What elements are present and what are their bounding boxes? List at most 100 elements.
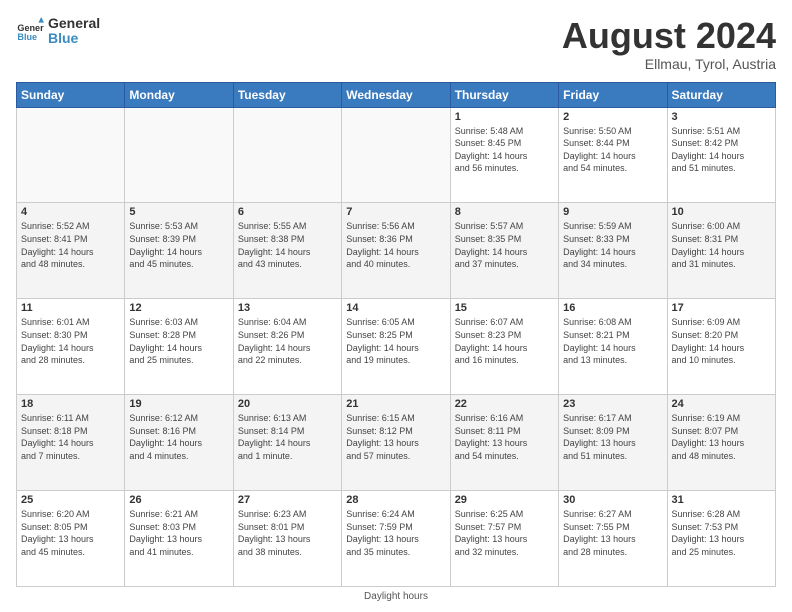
day-number: 24 (672, 398, 771, 410)
day-info: Sunrise: 6:03 AM Sunset: 8:28 PM Dayligh… (129, 316, 228, 366)
table-row (233, 107, 341, 203)
table-row: 4 Sunrise: 5:52 AM Sunset: 8:41 PM Daylig… (17, 203, 125, 299)
day-info: Sunrise: 6:07 AM Sunset: 8:23 PM Dayligh… (455, 316, 554, 366)
day-number: 27 (238, 494, 337, 506)
calendar-week-row: 25 Sunrise: 6:20 AM Sunset: 8:05 PM Dayli… (17, 491, 776, 587)
day-number: 17 (672, 302, 771, 314)
table-row: 20 Sunrise: 6:13 AM Sunset: 8:14 PM Dayli… (233, 395, 341, 491)
day-number: 15 (455, 302, 554, 314)
col-thursday: Thursday (450, 82, 558, 107)
table-row: 14 Sunrise: 6:05 AM Sunset: 8:25 PM Dayli… (342, 299, 450, 395)
table-row (17, 107, 125, 203)
table-row: 21Sunrise: 6:15 AM Sunset: 8:12 PM Dayli… (342, 395, 450, 491)
day-number: 1 (455, 111, 554, 123)
day-info: Sunrise: 5:55 AM Sunset: 8:38 PM Dayligh… (238, 220, 337, 270)
day-info: Sunrise: 6:16 AM Sunset: 8:11 PM Dayligh… (455, 412, 554, 462)
day-info: Sunrise: 6:27 AM Sunset: 7:55 PM Dayligh… (563, 508, 662, 558)
calendar-week-row: 18 Sunrise: 6:11 AM Sunset: 8:18 PM Dayli… (17, 395, 776, 491)
table-row: 8 Sunrise: 5:57 AM Sunset: 8:35 PM Daylig… (450, 203, 558, 299)
day-info: Sunrise: 6:17 AM Sunset: 8:09 PM Dayligh… (563, 412, 662, 462)
day-info: Sunrise: 6:21 AM Sunset: 8:03 PM Dayligh… (129, 508, 228, 558)
day-info: Sunrise: 6:11 AM Sunset: 8:18 PM Dayligh… (21, 412, 120, 462)
page: General Blue General Blue August 2024 El… (0, 0, 792, 612)
day-number: 25 (21, 494, 120, 506)
table-row: 18 Sunrise: 6:11 AM Sunset: 8:18 PM Dayli… (17, 395, 125, 491)
day-info: Sunrise: 5:51 AM Sunset: 8:42 PM Dayligh… (672, 125, 771, 175)
table-row: 17 Sunrise: 6:09 AM Sunset: 8:20 PM Dayli… (667, 299, 775, 395)
calendar-week-row: 1 Sunrise: 5:48 AM Sunset: 8:45 PM Daylig… (17, 107, 776, 203)
logo: General Blue General Blue (16, 16, 100, 47)
day-number: 18 (21, 398, 120, 410)
calendar-week-row: 11 Sunrise: 6:01 AM Sunset: 8:30 PM Dayli… (17, 299, 776, 395)
logo-general: General (48, 16, 100, 31)
day-info: Sunrise: 5:59 AM Sunset: 8:33 PM Dayligh… (563, 220, 662, 270)
day-number: 11 (21, 302, 120, 314)
day-info: Sunrise: 6:05 AM Sunset: 8:25 PM Dayligh… (346, 316, 445, 366)
table-row: 3Sunrise: 5:51 AM Sunset: 8:42 PM Daylig… (667, 107, 775, 203)
col-sunday: Sunday (17, 82, 125, 107)
day-number: 22 (455, 398, 554, 410)
day-number: 23 (563, 398, 662, 410)
col-tuesday: Tuesday (233, 82, 341, 107)
table-row: 2Sunrise: 5:50 AM Sunset: 8:44 PM Daylig… (559, 107, 667, 203)
day-info: Sunrise: 6:04 AM Sunset: 8:26 PM Dayligh… (238, 316, 337, 366)
day-number: 28 (346, 494, 445, 506)
table-row: 27 Sunrise: 6:23 AM Sunset: 8:01 PM Dayli… (233, 491, 341, 587)
day-number: 13 (238, 302, 337, 314)
day-number: 8 (455, 206, 554, 218)
month-year: August 2024 (562, 16, 776, 56)
logo-icon: General Blue (16, 17, 44, 45)
day-info: Sunrise: 5:53 AM Sunset: 8:39 PM Dayligh… (129, 220, 228, 270)
table-row: 19Sunrise: 6:12 AM Sunset: 8:16 PM Dayli… (125, 395, 233, 491)
table-row (125, 107, 233, 203)
day-info: Sunrise: 6:09 AM Sunset: 8:20 PM Dayligh… (672, 316, 771, 366)
calendar-week-row: 4 Sunrise: 5:52 AM Sunset: 8:41 PM Daylig… (17, 203, 776, 299)
table-row: 1 Sunrise: 5:48 AM Sunset: 8:45 PM Daylig… (450, 107, 558, 203)
col-monday: Monday (125, 82, 233, 107)
day-info: Sunrise: 5:48 AM Sunset: 8:45 PM Dayligh… (455, 125, 554, 175)
day-number: 20 (238, 398, 337, 410)
table-row: 29 Sunrise: 6:25 AM Sunset: 7:57 PM Dayli… (450, 491, 558, 587)
table-row: 16 Sunrise: 6:08 AM Sunset: 8:21 PM Dayli… (559, 299, 667, 395)
day-info: Sunrise: 6:23 AM Sunset: 8:01 PM Dayligh… (238, 508, 337, 558)
location: Ellmau, Tyrol, Austria (562, 56, 776, 72)
table-row: 28Sunrise: 6:24 AM Sunset: 7:59 PM Dayli… (342, 491, 450, 587)
table-row: 24 Sunrise: 6:19 AM Sunset: 8:07 PM Dayli… (667, 395, 775, 491)
table-row: 5 Sunrise: 5:53 AM Sunset: 8:39 PM Daylig… (125, 203, 233, 299)
title-block: August 2024 Ellmau, Tyrol, Austria (562, 16, 776, 72)
day-number: 7 (346, 206, 445, 218)
day-info: Sunrise: 6:19 AM Sunset: 8:07 PM Dayligh… (672, 412, 771, 462)
table-row: 10Sunrise: 6:00 AM Sunset: 8:31 PM Dayli… (667, 203, 775, 299)
table-row: 9Sunrise: 5:59 AM Sunset: 8:33 PM Daylig… (559, 203, 667, 299)
table-row: 7Sunrise: 5:56 AM Sunset: 8:36 PM Daylig… (342, 203, 450, 299)
table-row: 30Sunrise: 6:27 AM Sunset: 7:55 PM Dayli… (559, 491, 667, 587)
day-info: Sunrise: 6:25 AM Sunset: 7:57 PM Dayligh… (455, 508, 554, 558)
table-row: 11 Sunrise: 6:01 AM Sunset: 8:30 PM Dayli… (17, 299, 125, 395)
day-number: 10 (672, 206, 771, 218)
day-number: 4 (21, 206, 120, 218)
day-number: 21 (346, 398, 445, 410)
table-row: 23 Sunrise: 6:17 AM Sunset: 8:09 PM Dayli… (559, 395, 667, 491)
svg-text:Blue: Blue (17, 32, 37, 42)
day-number: 16 (563, 302, 662, 314)
day-number: 5 (129, 206, 228, 218)
day-number: 14 (346, 302, 445, 314)
table-row: 13 Sunrise: 6:04 AM Sunset: 8:26 PM Dayli… (233, 299, 341, 395)
day-info: Sunrise: 6:13 AM Sunset: 8:14 PM Dayligh… (238, 412, 337, 462)
day-info: Sunrise: 6:20 AM Sunset: 8:05 PM Dayligh… (21, 508, 120, 558)
day-info: Sunrise: 5:57 AM Sunset: 8:35 PM Dayligh… (455, 220, 554, 270)
calendar-header-row: Sunday Monday Tuesday Wednesday Thursday… (17, 82, 776, 107)
col-saturday: Saturday (667, 82, 775, 107)
day-number: 12 (129, 302, 228, 314)
col-wednesday: Wednesday (342, 82, 450, 107)
table-row: 6 Sunrise: 5:55 AM Sunset: 8:38 PM Daylig… (233, 203, 341, 299)
table-row: 26Sunrise: 6:21 AM Sunset: 8:03 PM Dayli… (125, 491, 233, 587)
day-info: Sunrise: 6:08 AM Sunset: 8:21 PM Dayligh… (563, 316, 662, 366)
calendar-table: Sunday Monday Tuesday Wednesday Thursday… (16, 82, 776, 587)
day-info: Sunrise: 5:50 AM Sunset: 8:44 PM Dayligh… (563, 125, 662, 175)
day-number: 29 (455, 494, 554, 506)
day-info: Sunrise: 6:01 AM Sunset: 8:30 PM Dayligh… (21, 316, 120, 366)
footer-note: Daylight hours (16, 591, 776, 602)
day-number: 6 (238, 206, 337, 218)
day-info: Sunrise: 5:52 AM Sunset: 8:41 PM Dayligh… (21, 220, 120, 270)
